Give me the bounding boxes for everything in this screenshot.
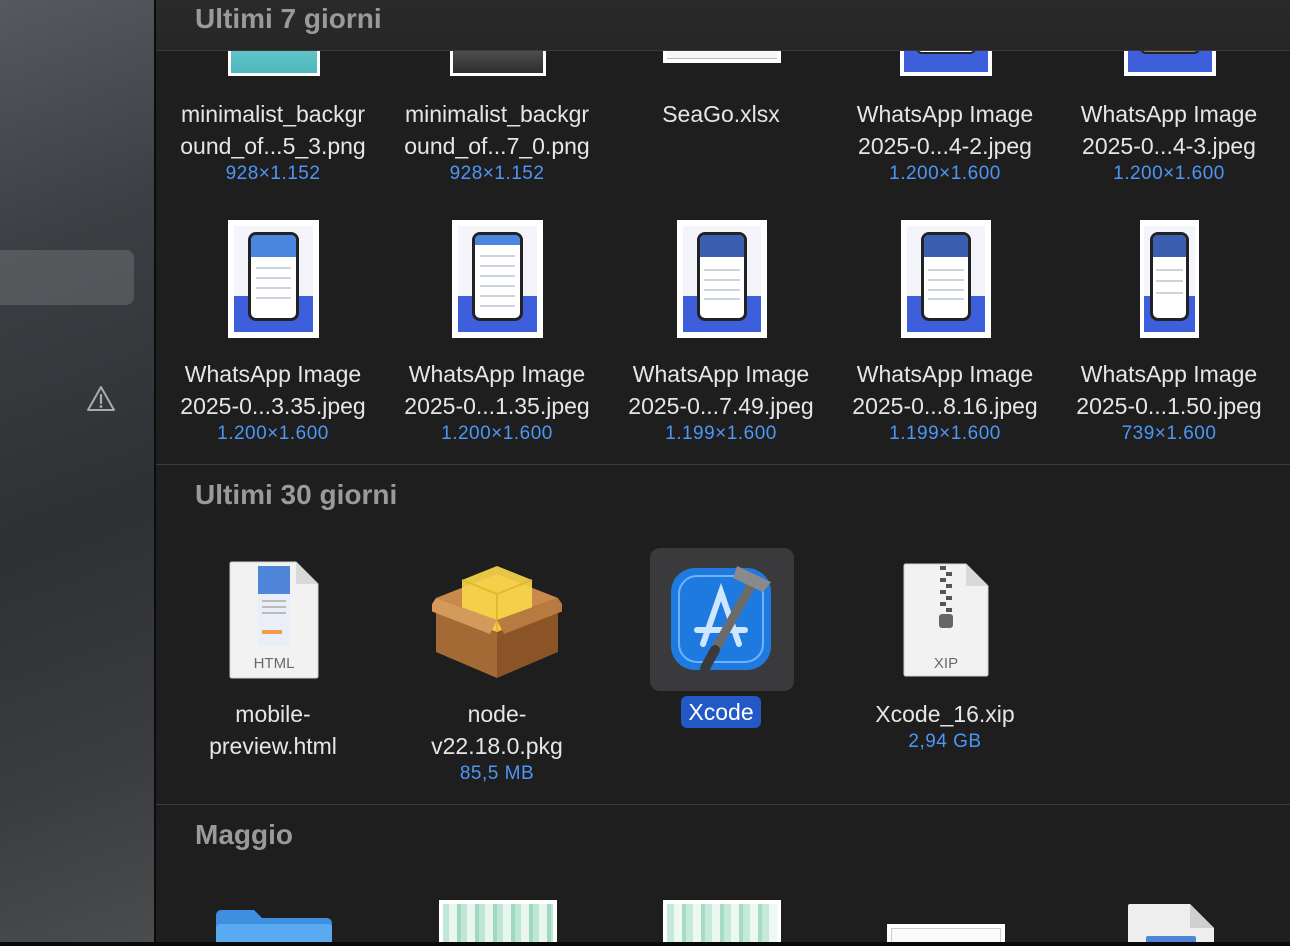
folder-icon[interactable] [214,908,334,946]
file-thumbnail[interactable] [677,220,767,338]
file-name: minimalist_backgr [404,101,590,127]
file-name: ound_of...5_3.png [180,133,366,159]
file-size: 2,94 GB [908,731,982,752]
file-name: mobile- [235,701,311,727]
file-item[interactable]: WhatsApp Image 2025-0...3.35.jpeg 1.200×… [161,358,385,446]
file-name: preview.html [209,733,337,759]
file-item[interactable]: minimalist_backgr ound_of...7_0.png 928×… [385,98,609,186]
file-name: ound_of...7_0.png [404,133,590,159]
file-item[interactable]: Xcode_16.xip 2,94 GB [833,698,1057,754]
sidebar [0,0,154,946]
section-header: Ultimi 7 giorni [156,0,1290,51]
xcode-app-icon[interactable] [667,558,779,678]
file-item[interactable]: minimalist_backgr ound_of...5_3.png 928×… [161,98,385,186]
section-title-may: Maggio [195,819,293,850]
file-name: 2025-0...8.16.jpeg [852,393,1038,419]
file-dimensions: 1.199×1.600 [665,423,777,444]
package-icon[interactable] [432,560,562,680]
file-name: WhatsApp Image [184,361,362,387]
file-name: 2025-0...7.49.jpeg [628,393,814,419]
file-item[interactable]: node- v22.18.0.pkg 85,5 MB [385,698,609,786]
section-divider [156,804,1290,805]
file-name: 2025-0...1.50.jpeg [1076,393,1262,419]
file-item[interactable]: SeaGo.xlsx [609,98,833,130]
file-item-selected[interactable]: Xcode [609,696,833,728]
html-file-icon[interactable]: HTML [228,560,320,680]
file-dimensions: 1.200×1.600 [889,163,1001,184]
file-name: WhatsApp Image [632,361,810,387]
file-item[interactable]: WhatsApp Image 2025-0...4-3.jpeg 1.200×1… [1057,98,1281,186]
file-dimensions: 928×1.152 [225,163,321,184]
file-item[interactable]: WhatsApp Image 2025-0...1.35.jpeg 1.200×… [385,358,609,446]
file-dimensions: 739×1.600 [1121,423,1217,444]
zip-archive-icon[interactable]: XIP [902,562,990,678]
file-name: Xcode_16.xip [875,701,1015,727]
file-name: WhatsApp Image [856,361,1034,387]
file-thumbnail[interactable] [1140,220,1199,338]
file-dimensions: 1.200×1.600 [441,423,553,444]
file-thumbnail[interactable] [228,220,319,338]
file-item[interactable]: WhatsApp Image 2025-0...1.50.jpeg 739×1.… [1057,358,1281,446]
warning-triangle-icon[interactable] [86,384,116,414]
file-name: v22.18.0.pkg [431,733,563,759]
sidebar-selected-item[interactable] [0,250,134,305]
file-thumbnail[interactable] [663,900,781,946]
file-dimensions: 1.200×1.600 [1113,163,1225,184]
file-item[interactable]: WhatsApp Image 2025-0...4-2.jpeg 1.200×1… [833,98,1057,186]
file-thumbnail[interactable] [901,220,991,338]
file-name: WhatsApp Image [1080,101,1258,127]
file-name: WhatsApp Image [856,101,1034,127]
file-thumbnail[interactable] [439,900,557,946]
file-browser: Ultimi 7 giorni minimalist_backgr ound_o… [156,0,1290,946]
document-icon[interactable] [1126,902,1216,946]
file-item[interactable]: WhatsApp Image 2025-0...8.16.jpeg 1.199×… [833,358,1057,446]
section-divider [156,464,1290,465]
file-name: SeaGo.xlsx [662,101,780,127]
window-bottom-edge [0,942,1290,946]
html-badge: HTML [254,655,295,672]
file-size: 85,5 MB [459,763,535,784]
file-dimensions: 1.199×1.600 [889,423,1001,444]
file-name: minimalist_backgr [180,101,366,127]
file-name-selected: Xcode [681,696,761,728]
file-name: 2025-0...3.35.jpeg [180,393,366,419]
file-name: 2025-0...4-3.jpeg [1082,133,1256,159]
section-title-last-30-days: Ultimi 30 giorni [195,479,398,510]
file-name: 2025-0...4-2.jpeg [858,133,1032,159]
file-dimensions: 928×1.152 [449,163,545,184]
xip-badge: XIP [934,655,958,672]
file-dimensions: 1.200×1.600 [217,423,329,444]
file-item[interactable]: WhatsApp Image 2025-0...7.49.jpeg 1.199×… [609,358,833,446]
file-name: WhatsApp Image [1080,361,1258,387]
file-item[interactable]: mobile- preview.html [161,698,385,762]
file-name: node- [467,701,527,727]
file-name: WhatsApp Image [408,361,586,387]
section-title-last-7-days: Ultimi 7 giorni [195,3,382,34]
file-thumbnail[interactable] [452,220,543,338]
file-name: 2025-0...1.35.jpeg [404,393,590,419]
